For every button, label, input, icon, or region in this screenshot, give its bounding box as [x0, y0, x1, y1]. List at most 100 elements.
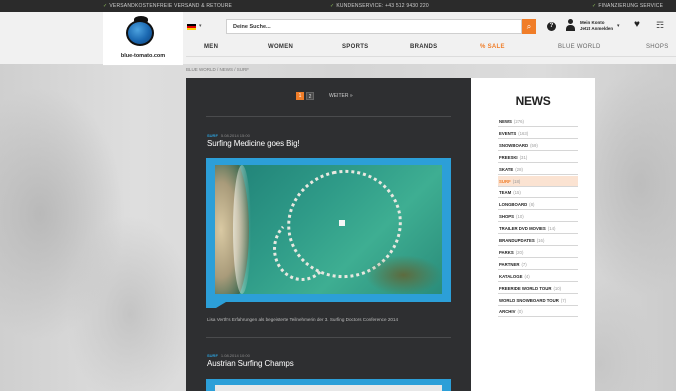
help-icon[interactable]: ? — [547, 22, 556, 31]
search-input[interactable]: Deine Suche... — [226, 19, 522, 34]
finance-info: ✓ FINANZIERUNG SERVICE — [592, 3, 664, 9]
sidebar-item-count: (14) — [547, 226, 556, 232]
sidebar-item-count: (16) — [536, 238, 545, 243]
sidebar-item-label: BRANDUPDATES — [499, 238, 535, 243]
sidebar-item-count: (15) — [513, 190, 521, 196]
sidebar-item-label: FREERIDE WORLD TOUR — [499, 285, 552, 291]
nav-item-brands[interactable]: BRANDS — [410, 44, 437, 50]
sidebar-item-label: SHOPS — [499, 214, 515, 220]
sidebar-item-skate[interactable]: SKATE (28) — [498, 164, 578, 175]
sidebar-item-count: (10) — [516, 214, 524, 220]
sidebar-item-trailer-dvd-movies[interactable]: TRAILER DVD MOVIES (14) — [498, 223, 578, 235]
sidebar-item-count: (31) — [519, 154, 528, 160]
sidebar-item-label: SURF — [499, 178, 511, 184]
sidebar-item-news[interactable]: NEWS (276) — [498, 116, 578, 127]
sidebar-item-events[interactable]: EVENTS (163) — [498, 128, 578, 139]
post-date: 1.08.2014 10:00 — [220, 353, 250, 358]
tomato-logo-icon — [126, 20, 154, 46]
sidebar-item-parks[interactable]: PARKS (20) — [498, 247, 578, 258]
sidebar-item-shops[interactable]: SHOPS (10) — [498, 211, 578, 223]
sidebar-item-label: PARKS — [499, 249, 514, 255]
sidebar-item-count: (10) — [553, 285, 562, 291]
sidebar-item-label: SNOWBOARD — [499, 142, 529, 148]
sidebar-item-freeski[interactable]: FREESKI (31) — [498, 152, 578, 163]
post-meta: SURF 1.08.2014 10:00 — [207, 353, 250, 358]
sidebar-item-count: (59) — [530, 142, 538, 148]
breadcrumb[interactable]: BLUE WORLD / NEWS / SURF — [186, 67, 249, 72]
search-icon: ⌕ — [526, 22, 532, 31]
sidebar-item-partner[interactable]: PARTNER (7) — [498, 259, 578, 270]
account-menu[interactable]: Mein Konto Jetzt Anmelden — [580, 20, 613, 32]
nav-item-shops[interactable]: SHOPS — [646, 44, 669, 50]
germany-flag-icon[interactable] — [187, 24, 196, 30]
nav-divider — [186, 56, 676, 57]
sidebar-item-count: (0) — [517, 309, 523, 315]
sidebar-item-count: (4) — [524, 273, 530, 279]
image-frame-notch — [206, 302, 226, 308]
sidebar-item-count: (28) — [515, 166, 523, 172]
sidebar-item-count: (20) — [515, 249, 524, 255]
sidebar-item-label: ARCHIV — [499, 309, 516, 315]
sidebar-item-count: (8) — [529, 202, 535, 208]
sidebar-item-brandupdates[interactable]: BRANDUPDATES (16) — [498, 235, 578, 246]
sidebar-item-label: FREESKI — [499, 154, 518, 160]
sidebar-item-world-snowboard-tour[interactable]: WORLD SNOWBOARD TOUR (7) — [498, 295, 578, 306]
sidebar-item-kataloge[interactable]: KATALOGE (4) — [498, 271, 578, 282]
chevron-down-icon[interactable]: ▾ — [199, 23, 202, 29]
check-icon: ✓ — [103, 3, 108, 9]
sidebar-item-count: (276) — [513, 119, 524, 124]
sidebar-item-count: (163) — [518, 130, 529, 136]
sidebar-item-label: LONGBOARD — [499, 202, 528, 208]
sidebar-item-label: NEWS — [499, 119, 512, 124]
divider — [206, 116, 451, 117]
nav-item-women[interactable]: WOMEN — [268, 44, 293, 50]
post-category[interactable]: SURF — [207, 133, 218, 138]
sidebar-item-snowboard[interactable]: SNOWBOARD (59) — [498, 140, 578, 151]
cart-icon[interactable]: ☶ — [656, 20, 664, 31]
post-title[interactable]: Surfing Medicine goes Big! — [207, 139, 300, 148]
login-label: Jetzt Anmelden — [580, 26, 614, 31]
top-service-bar: ✓ VERSANDKOSTENFREIE VERSAND & RETOURE ✓ K… — [0, 0, 676, 12]
post-image[interactable] — [215, 165, 442, 294]
user-icon[interactable] — [566, 19, 575, 31]
logo-text: blue-tomato.com — [120, 53, 166, 59]
search-button[interactable]: ⌕ — [522, 19, 536, 34]
sidebar-item-label: SKATE — [499, 166, 514, 172]
post-caption: Lisa Verth's Erfahrungen als begeisterte… — [207, 317, 399, 322]
sidebar-item-count: (18) — [512, 178, 521, 184]
sidebar-item-label: TEAM — [499, 190, 512, 196]
page-1-button[interactable]: 1 — [296, 92, 304, 100]
nav-item-sports[interactable]: SPORTS — [342, 44, 368, 50]
chevron-down-icon[interactable]: ▾ — [617, 23, 620, 29]
service-hotline[interactable]: ✓ KUNDENSERVICE: +43 512 9430 220 — [330, 3, 429, 9]
post-title[interactable]: Austrian Surfing Champs — [207, 359, 294, 368]
sidebar-item-team[interactable]: TEAM (15) — [498, 187, 578, 199]
site-logo[interactable]: blue-tomato.com — [103, 12, 183, 66]
sidebar-item-count: (7) — [521, 261, 527, 267]
sidebar-item-label: WORLD SNOWBOARD TOUR — [499, 297, 559, 303]
sidebar-item-surf[interactable]: SURF (18) — [498, 175, 578, 187]
sidebar-item-archiv[interactable]: ARCHIV (0) — [498, 306, 578, 318]
nav-item-blue-world[interactable]: BLUE WORLD — [558, 44, 601, 50]
shipping-info: ✓ VERSANDKOSTENFREIE VERSAND & RETOURE — [103, 3, 233, 9]
nav-item-sale[interactable]: % SALE — [480, 44, 505, 50]
sidebar-item-longboard[interactable]: LONGBOARD (8) — [498, 199, 578, 211]
sidebar-item-label: EVENTS — [499, 130, 517, 136]
nav-item-men[interactable]: MEN — [204, 44, 218, 50]
next-page-link[interactable]: WEITER » — [329, 93, 353, 99]
post-date: 5.08.2014 15:00 — [220, 133, 250, 138]
sidebar-item-count: (7) — [560, 297, 567, 303]
main-navigation: MEN WOMEN SPORTS BRANDS % SALE BLUE WORL… — [186, 42, 676, 54]
page-2-button[interactable]: 2 — [306, 92, 314, 100]
post-meta: SURF 5.08.2014 15:00 — [207, 133, 250, 138]
sidebar-item-freeride-world-tour[interactable]: FREERIDE WORLD TOUR (10) — [498, 283, 578, 294]
divider — [206, 337, 451, 338]
sidebar-title: NEWS — [515, 94, 551, 108]
sidebar-item-label: KATALOGE — [499, 273, 523, 279]
wishlist-heart-icon[interactable]: ♥ — [634, 19, 640, 30]
check-icon: ✓ — [592, 3, 597, 9]
sidebar-item-label: PARTNER — [499, 261, 520, 267]
check-icon: ✓ — [330, 3, 335, 9]
post-image[interactable] — [215, 385, 442, 391]
post-category[interactable]: SURF — [207, 353, 218, 358]
